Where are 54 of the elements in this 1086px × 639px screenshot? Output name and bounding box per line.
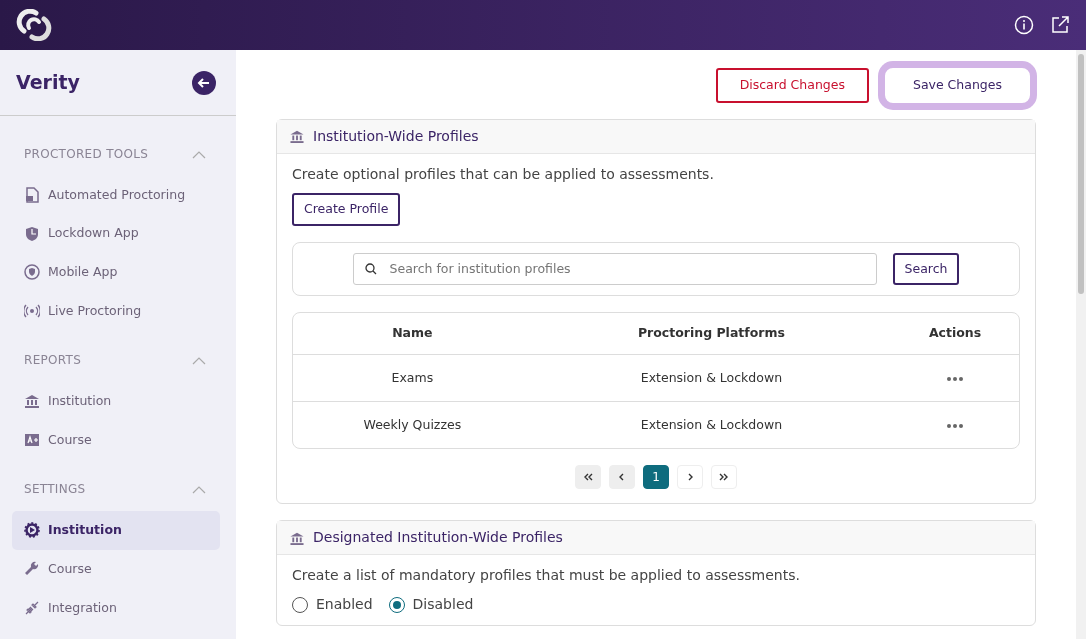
wrench-icon <box>24 561 40 578</box>
sidebar-item[interactable]: Integration <box>12 588 220 628</box>
radio-label: Disabled <box>412 595 474 614</box>
sidebar-item[interactable]: Course <box>12 420 220 460</box>
last-page-button[interactable] <box>711 465 737 489</box>
grade-icon <box>24 432 40 449</box>
table-cell: Exams <box>293 354 532 402</box>
logo-icon <box>16 9 52 41</box>
sidebar-item[interactable]: Lockdown App <box>12 214 220 253</box>
section-heading: PROCTORED TOOLS <box>24 145 149 163</box>
table-cell: Weekly Quizzes <box>293 401 532 448</box>
column-header: Actions <box>891 313 1019 355</box>
collapse-sidebar-button[interactable] <box>192 70 216 95</box>
radio-label: Enabled <box>316 595 373 614</box>
radio-option[interactable]: Disabled <box>388 594 474 615</box>
sidebar-item[interactable]: Course <box>12 549 220 589</box>
shield-circle-icon <box>24 264 40 281</box>
bank-icon <box>24 393 40 410</box>
gear-icon <box>24 522 40 539</box>
sidebar-item[interactable]: Automated Proctoring <box>12 175 220 215</box>
shield-icon <box>24 225 40 242</box>
column-header: Proctoring Platforms <box>531 313 892 355</box>
sidebar-title: Verity <box>16 70 80 96</box>
page-button[interactable]: 1 <box>643 465 669 489</box>
document-icon <box>24 186 40 203</box>
section-heading: SETTINGS <box>24 481 86 499</box>
first-page-button[interactable] <box>575 465 601 489</box>
previous-page-button[interactable] <box>609 465 635 489</box>
action-button[interactable]: Discard Changes <box>715 68 869 103</box>
bank-icon <box>289 530 305 545</box>
broadcast-icon <box>24 303 40 320</box>
sidebar-item[interactable]: Institution <box>12 382 220 421</box>
card-title: Designated Institution-Wide Profiles <box>313 528 563 547</box>
radio-option[interactable]: Enabled <box>292 594 373 615</box>
external-link-icon[interactable] <box>1050 15 1070 35</box>
card-title: Institution-Wide Profiles <box>313 126 479 146</box>
plug-icon <box>24 599 40 616</box>
section-heading: REPORTS <box>24 352 82 370</box>
table-cell: Extension & Lockdown <box>531 401 892 448</box>
sidebar-item[interactable]: Mobile App <box>12 253 220 292</box>
chevron-icon <box>719 472 729 482</box>
table-cell: Extension & Lockdown <box>531 354 892 402</box>
create-profile-button[interactable]: Create Profile <box>292 192 401 226</box>
chevron-icon <box>583 472 593 482</box>
card-description: Create a list of mandatory profiles that must be applied to assessments. <box>292 566 801 585</box>
search-button[interactable]: Search <box>892 252 960 286</box>
bank-icon <box>289 129 305 144</box>
sidebar-item[interactable]: Live Proctoring <box>12 291 220 331</box>
search-field[interactable]: Search for institution profiles <box>352 252 877 285</box>
sidebar-item[interactable]: Institution <box>12 511 220 550</box>
column-header: Name <box>293 313 532 355</box>
info-icon[interactable] <box>1014 15 1034 35</box>
next-page-button[interactable] <box>677 465 703 489</box>
card-description: Create optional profiles that can be applied to assessments. <box>292 164 715 184</box>
